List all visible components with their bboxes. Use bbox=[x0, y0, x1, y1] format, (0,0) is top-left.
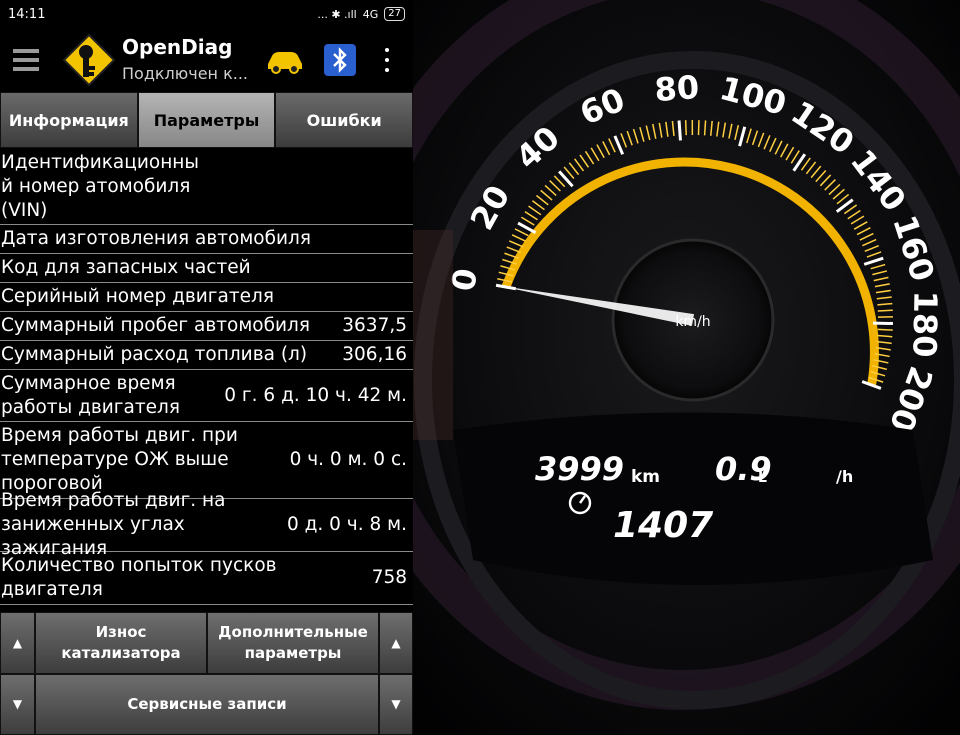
param-label: Суммарный расход топлива (л) bbox=[1, 344, 308, 365]
odometer-unit: km bbox=[631, 467, 660, 487]
param-label: Идентификационны й номер атомобиля (VIN) bbox=[1, 152, 199, 221]
param-row[interactable]: Серийный номер двигателя bbox=[0, 283, 413, 312]
param-label: Дата изготовления автомобиля bbox=[1, 228, 312, 249]
consumption-unit-l: L bbox=[758, 470, 767, 486]
param-value: 3637,5 bbox=[342, 315, 407, 336]
scroll-down-button[interactable]: ▼ bbox=[0, 674, 35, 735]
phone-screen: 14:11 ... ✱ .ıll 4G 27 OpenDiag Подключе… bbox=[0, 0, 413, 735]
scroll-up-right-button[interactable]: ▲ bbox=[379, 612, 413, 674]
network-type: 4G bbox=[362, 7, 379, 21]
tab-info[interactable]: Информация bbox=[0, 92, 138, 148]
minor-tick bbox=[877, 328, 893, 331]
bottom-button-panel: ▲ Износ катализатора Дополнительные пара… bbox=[0, 612, 413, 735]
tab-bar: Информация Параметры Ошибки bbox=[0, 92, 413, 148]
param-label: Время работы двиг. на заниженных углах з… bbox=[1, 490, 226, 559]
param-label: Количество попыток пусков двигателя bbox=[1, 555, 277, 600]
status-indicators: ... ✱ .ıll bbox=[317, 7, 357, 21]
param-row[interactable]: Суммарный расход топлива (л) 306,16 bbox=[0, 341, 413, 370]
param-value: 306,16 bbox=[342, 344, 407, 365]
catalyst-wear-button[interactable]: Износ катализатора bbox=[35, 612, 207, 674]
speedometer: 0204060 80 100120140160180200 km/h 3999 km… bbox=[413, 0, 960, 735]
major-tick bbox=[677, 120, 682, 141]
param-row[interactable]: Код для запасных частей bbox=[0, 254, 413, 283]
param-row[interactable]: Суммарное время работы двигателя 0 г. 6 … bbox=[0, 370, 413, 422]
trip-value: 1407 bbox=[613, 505, 713, 546]
battery-icon: 27 bbox=[384, 7, 405, 21]
tab-parameters[interactable]: Параметры bbox=[137, 92, 276, 148]
minor-tick bbox=[877, 309, 893, 312]
app-bar: OpenDiag Подключен к... bbox=[0, 28, 413, 92]
status-time: 14:11 bbox=[8, 6, 46, 22]
parameter-list: Идентификационны й номер атомобиля (VIN)… bbox=[0, 150, 413, 605]
param-label: Время работы двиг. при температуре ОЖ вы… bbox=[1, 425, 238, 494]
param-row[interactable]: Время работы двиг. на заниженных углах з… bbox=[0, 490, 413, 559]
param-value: 0 д. 0 ч. 8 м. bbox=[286, 514, 407, 535]
background-glare bbox=[413, 230, 453, 440]
param-value: 758 bbox=[371, 567, 407, 588]
speed-label: 180 bbox=[905, 290, 944, 357]
param-row[interactable]: Идентификационны й номер атомобиля (VIN) bbox=[0, 150, 413, 225]
car-icon[interactable] bbox=[265, 48, 305, 78]
param-row[interactable]: Количество попыток пусков двигателя 758 bbox=[0, 552, 413, 605]
param-label: Код для запасных частей bbox=[1, 257, 251, 278]
app-title: OpenDiag bbox=[122, 35, 233, 59]
param-value: 0 ч. 0 м. 0 с. bbox=[289, 449, 407, 470]
param-row[interactable]: Время работы двиг. при температуре ОЖ вы… bbox=[0, 422, 413, 499]
minor-tick bbox=[684, 120, 687, 136]
param-label: Суммарное время работы двигателя bbox=[1, 372, 180, 418]
menu-icon[interactable] bbox=[0, 28, 52, 92]
scroll-up-button[interactable]: ▲ bbox=[0, 612, 35, 674]
opendiag-key-icon bbox=[62, 33, 116, 87]
tab-errors[interactable]: Ошибки bbox=[275, 92, 413, 148]
scroll-down-right-button[interactable]: ▼ bbox=[379, 674, 413, 735]
param-label: Серийный номер двигателя bbox=[1, 286, 274, 307]
consumption-unit-h: /h bbox=[836, 467, 853, 486]
param-value: 0 г. 6 д. 10 ч. 42 м. bbox=[224, 384, 407, 406]
param-label: Суммарный пробег автомобиля bbox=[1, 315, 311, 336]
odometer-value: 3999 bbox=[535, 450, 624, 488]
lcd-display-area bbox=[453, 412, 933, 585]
dashboard-photo: 0 20 40 60 80 100 120 140 160 180 200 km/h 3999 km… bbox=[413, 0, 960, 735]
param-row[interactable]: Суммарный пробег автомобиля 3637,5 bbox=[0, 312, 413, 341]
param-row[interactable]: Дата изготовления автомобиля bbox=[0, 225, 413, 254]
speed-label: 80 bbox=[653, 68, 700, 109]
connection-status: Подключен к... bbox=[122, 64, 249, 83]
more-vert-icon[interactable] bbox=[382, 48, 392, 72]
bluetooth-icon[interactable] bbox=[324, 44, 356, 76]
minor-tick bbox=[703, 120, 707, 136]
service-records-button[interactable]: Сервисные записи bbox=[35, 674, 379, 735]
extra-parameters-button[interactable]: Дополнительные параметры bbox=[207, 612, 379, 674]
status-bar: 14:11 ... ✱ .ıll 4G 27 bbox=[0, 0, 413, 28]
